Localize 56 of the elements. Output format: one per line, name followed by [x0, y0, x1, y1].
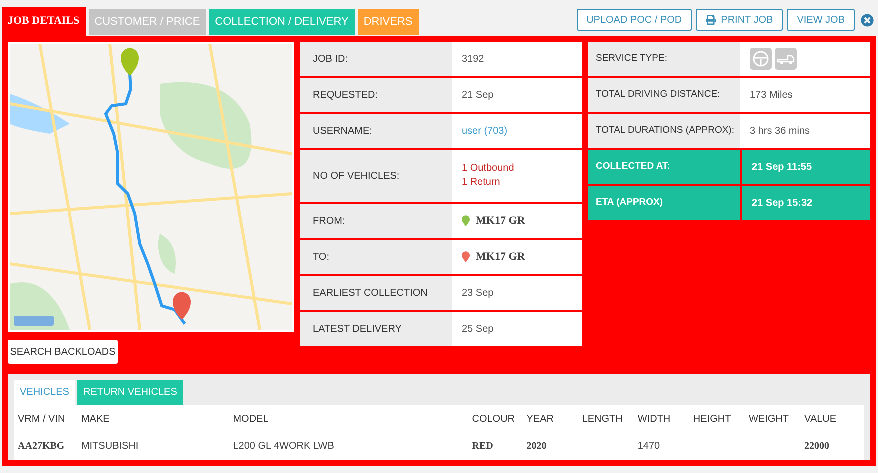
column-header: VRM / VIN — [18, 414, 66, 425]
column-header: YEAR — [526, 414, 554, 425]
detail-value: 25 Sep — [462, 322, 495, 336]
summary-label: TOTAL DRIVING DISTANCE: — [588, 78, 740, 112]
summary-label: ETA (APPROX) — [588, 186, 740, 220]
vehicle-tab[interactable]: RETURN VEHICLES — [77, 380, 184, 405]
table-cell: 2020 — [526, 441, 547, 452]
vehicle-count: 1 Outbound — [462, 162, 516, 176]
printer-icon — [706, 15, 716, 25]
column-header: WEIGHT — [748, 414, 789, 425]
tab[interactable]: JOB DETAILS — [2, 7, 86, 36]
summary-label: COLLECTED AT: — [588, 150, 740, 184]
detail-value: 21 Sep — [462, 88, 495, 102]
column-header: COLOUR — [472, 414, 516, 425]
detail-value: 3192 — [462, 52, 486, 66]
vehicle-tab[interactable]: VEHICLES — [14, 380, 76, 405]
vehicle-count: 1 Return — [462, 176, 502, 190]
table-cell: 1470 — [638, 441, 660, 452]
action-button[interactable]: PRINT JOB — [696, 9, 784, 31]
detail-value: 23 Sep — [462, 286, 495, 300]
column-header: LENGTH — [582, 414, 623, 425]
summary-value: 21 Sep 11:55 — [752, 160, 812, 174]
detail-label: NO OF VEHICLES: — [300, 150, 452, 202]
action-button[interactable]: VIEW JOB — [787, 9, 855, 31]
detail-label: JOB ID: — [300, 42, 452, 76]
action-button[interactable]: UPLOAD POC / POD — [576, 9, 692, 31]
table-cell: 22000 — [804, 441, 830, 452]
column-header: MAKE — [81, 414, 110, 425]
table-cell: RED — [472, 441, 494, 452]
close-icon[interactable] — [861, 14, 874, 26]
postcode: MK17 GR — [476, 214, 526, 229]
table-cell: MITSUBISHI — [81, 441, 139, 452]
detail-label: REQUESTED: — [300, 78, 452, 112]
steering-wheel-icon — [750, 48, 772, 70]
column-header: VALUE — [804, 414, 837, 425]
detail-label: USERNAME: — [300, 114, 452, 148]
postcode: MK17 GR — [476, 250, 526, 265]
detail-label: FROM: — [300, 204, 452, 238]
detail-label: LATEST DELIVERY — [300, 312, 452, 346]
column-header: HEIGHT — [693, 414, 732, 425]
summary-label: SERVICE TYPE: — [588, 42, 740, 76]
summary-value: 173 Miles — [750, 88, 793, 102]
table-cell: L200 GL 4WORK LWB — [233, 441, 334, 452]
summary-value: 3 hrs 36 mins — [750, 124, 810, 138]
tab[interactable]: COLLECTION / DELIVERY — [209, 9, 355, 35]
summary-label: TOTAL DURATIONS (APPROX): — [588, 114, 740, 148]
detail-label: TO: — [300, 240, 452, 274]
tab[interactable]: DRIVERS — [358, 9, 419, 35]
column-header: WIDTH — [638, 414, 671, 425]
detail-label: EARLIEST COLLECTION — [300, 276, 452, 310]
summary-value: 21 Sep 15:32 — [752, 196, 813, 210]
search-backloads-button[interactable]: SEARCH BACKLOADS — [8, 340, 118, 364]
column-header: MODEL — [233, 414, 269, 425]
tow-truck-icon — [775, 48, 797, 70]
table-cell: AA27KBG — [18, 441, 65, 452]
tab[interactable]: CUSTOMER / PRICE — [88, 9, 206, 35]
